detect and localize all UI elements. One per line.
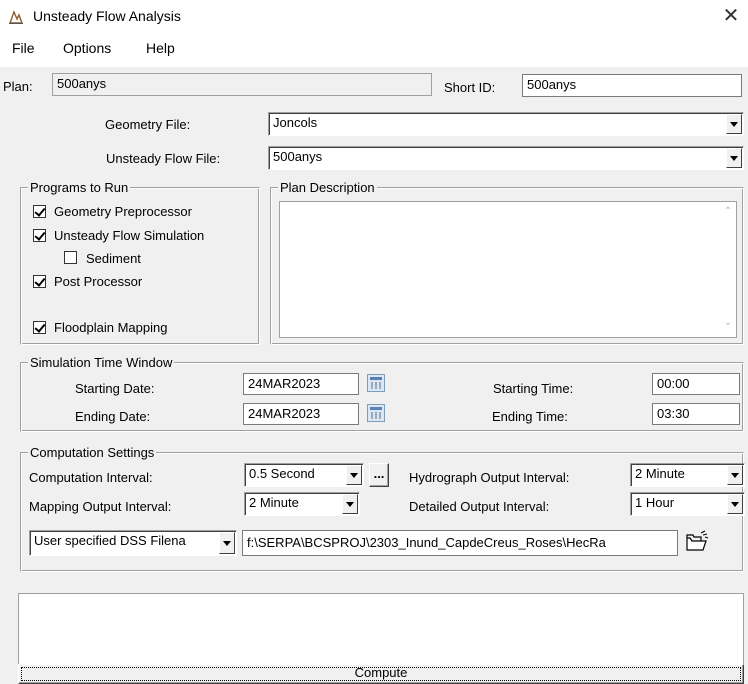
mapping-output-interval-select[interactable]: 2 Minute bbox=[244, 492, 360, 516]
dss-file-path-field[interactable]: f:\SERPA\BCSPROJ\2303_Inund_CapdeCreus_R… bbox=[242, 530, 678, 556]
post-processor-label: Post Processor bbox=[54, 274, 143, 289]
computation-interval-label: Computation Interval: bbox=[29, 470, 153, 485]
chevron-down-icon[interactable] bbox=[346, 465, 362, 485]
unsteady-flow-simulation-checkbox[interactable] bbox=[33, 229, 46, 242]
dss-filename-option-value: User specified DSS Filena bbox=[34, 533, 186, 548]
computation-options-button[interactable]: ... bbox=[369, 463, 389, 487]
unsteady-flow-file-label: Unsteady Flow File: bbox=[106, 151, 221, 166]
chevron-down-icon[interactable] bbox=[727, 494, 743, 514]
starting-date-field[interactable]: 24MAR2023 bbox=[243, 373, 359, 395]
computation-settings-title: Computation Settings bbox=[28, 445, 157, 460]
sediment-label: Sediment bbox=[86, 251, 141, 266]
hydrograph-output-interval-value: 2 Minute bbox=[635, 466, 685, 481]
geometry-file-select[interactable]: Joncols bbox=[268, 112, 744, 136]
geometry-file-value: Joncols bbox=[273, 115, 318, 130]
chevron-down-icon[interactable] bbox=[727, 465, 743, 485]
geometry-file-label: Geometry File: bbox=[105, 117, 191, 132]
menu-help[interactable]: Help bbox=[146, 40, 175, 56]
scroll-up-icon[interactable]: ⌃ bbox=[722, 207, 734, 217]
short-id-field[interactable]: 500anys bbox=[522, 74, 742, 97]
unsteady-flow-file-value: 500anys bbox=[273, 149, 323, 164]
menu-file[interactable]: File bbox=[12, 40, 35, 56]
window-title: Unsteady Flow Analysis bbox=[33, 8, 181, 24]
ending-date-field[interactable]: 24MAR2023 bbox=[243, 403, 359, 425]
simulation-time-window-title: Simulation Time Window bbox=[28, 355, 175, 370]
post-processor-checkbox[interactable] bbox=[33, 275, 46, 288]
chevron-down-icon[interactable] bbox=[726, 148, 742, 168]
plan-name-field[interactable]: 500anys bbox=[52, 73, 432, 96]
hydrograph-output-interval-label: Hydrograph Output Interval: bbox=[409, 470, 570, 485]
compute-button[interactable]: Compute bbox=[18, 664, 744, 684]
starting-time-field[interactable]: 00:00 bbox=[652, 373, 740, 395]
plan-label: Plan: bbox=[3, 79, 33, 94]
hydrograph-output-interval-select[interactable]: 2 Minute bbox=[630, 463, 745, 487]
title-bar: Unsteady Flow Analysis ✕ bbox=[0, 0, 748, 34]
plan-description-textarea[interactable] bbox=[279, 201, 737, 338]
detailed-output-interval-select[interactable]: 1 Hour bbox=[630, 492, 745, 516]
chevron-down-icon[interactable] bbox=[726, 114, 742, 134]
short-id-label: Short ID: bbox=[444, 80, 496, 95]
sediment-checkbox[interactable] bbox=[64, 251, 77, 264]
starting-time-label: Starting Time: bbox=[493, 381, 574, 396]
floodplain-mapping-checkbox[interactable] bbox=[33, 321, 46, 334]
menu-options[interactable]: Options bbox=[63, 40, 111, 56]
hec-ras-app-icon bbox=[8, 9, 24, 25]
scroll-down-icon[interactable]: ⌄ bbox=[722, 318, 734, 328]
ending-time-field[interactable]: 03:30 bbox=[652, 403, 740, 425]
chevron-down-icon[interactable] bbox=[219, 532, 235, 554]
floodplain-mapping-label: Floodplain Mapping bbox=[54, 320, 168, 335]
unsteady-flow-file-select[interactable]: 500anys bbox=[268, 146, 744, 170]
ending-time-label: Ending Time: bbox=[492, 409, 568, 424]
detailed-output-interval-label: Detailed Output Interval: bbox=[409, 499, 550, 514]
menu-bar bbox=[0, 34, 748, 62]
calendar-icon[interactable] bbox=[367, 374, 385, 392]
unsteady-flow-simulation-label: Unsteady Flow Simulation bbox=[54, 228, 205, 243]
open-folder-icon[interactable] bbox=[684, 530, 710, 554]
ending-date-label: Ending Date: bbox=[75, 409, 151, 424]
mapping-output-interval-value: 2 Minute bbox=[249, 495, 299, 510]
chevron-down-icon[interactable] bbox=[342, 494, 358, 514]
plan-description-title: Plan Description bbox=[278, 180, 377, 195]
programs-to-run-title: Programs to Run bbox=[28, 180, 131, 195]
computation-interval-select[interactable]: 0.5 Second bbox=[244, 463, 364, 487]
calendar-icon[interactable] bbox=[367, 404, 385, 422]
mapping-output-interval-label: Mapping Output Interval: bbox=[29, 499, 172, 514]
starting-date-label: Starting Date: bbox=[75, 381, 155, 396]
dss-filename-option-select[interactable]: User specified DSS Filena bbox=[29, 530, 237, 556]
close-button[interactable]: ✕ bbox=[718, 4, 744, 28]
geometry-preprocessor-label: Geometry Preprocessor bbox=[54, 204, 192, 219]
detailed-output-interval-value: 1 Hour bbox=[635, 495, 675, 510]
computation-interval-value: 0.5 Second bbox=[249, 466, 315, 481]
geometry-preprocessor-checkbox[interactable] bbox=[33, 205, 46, 218]
